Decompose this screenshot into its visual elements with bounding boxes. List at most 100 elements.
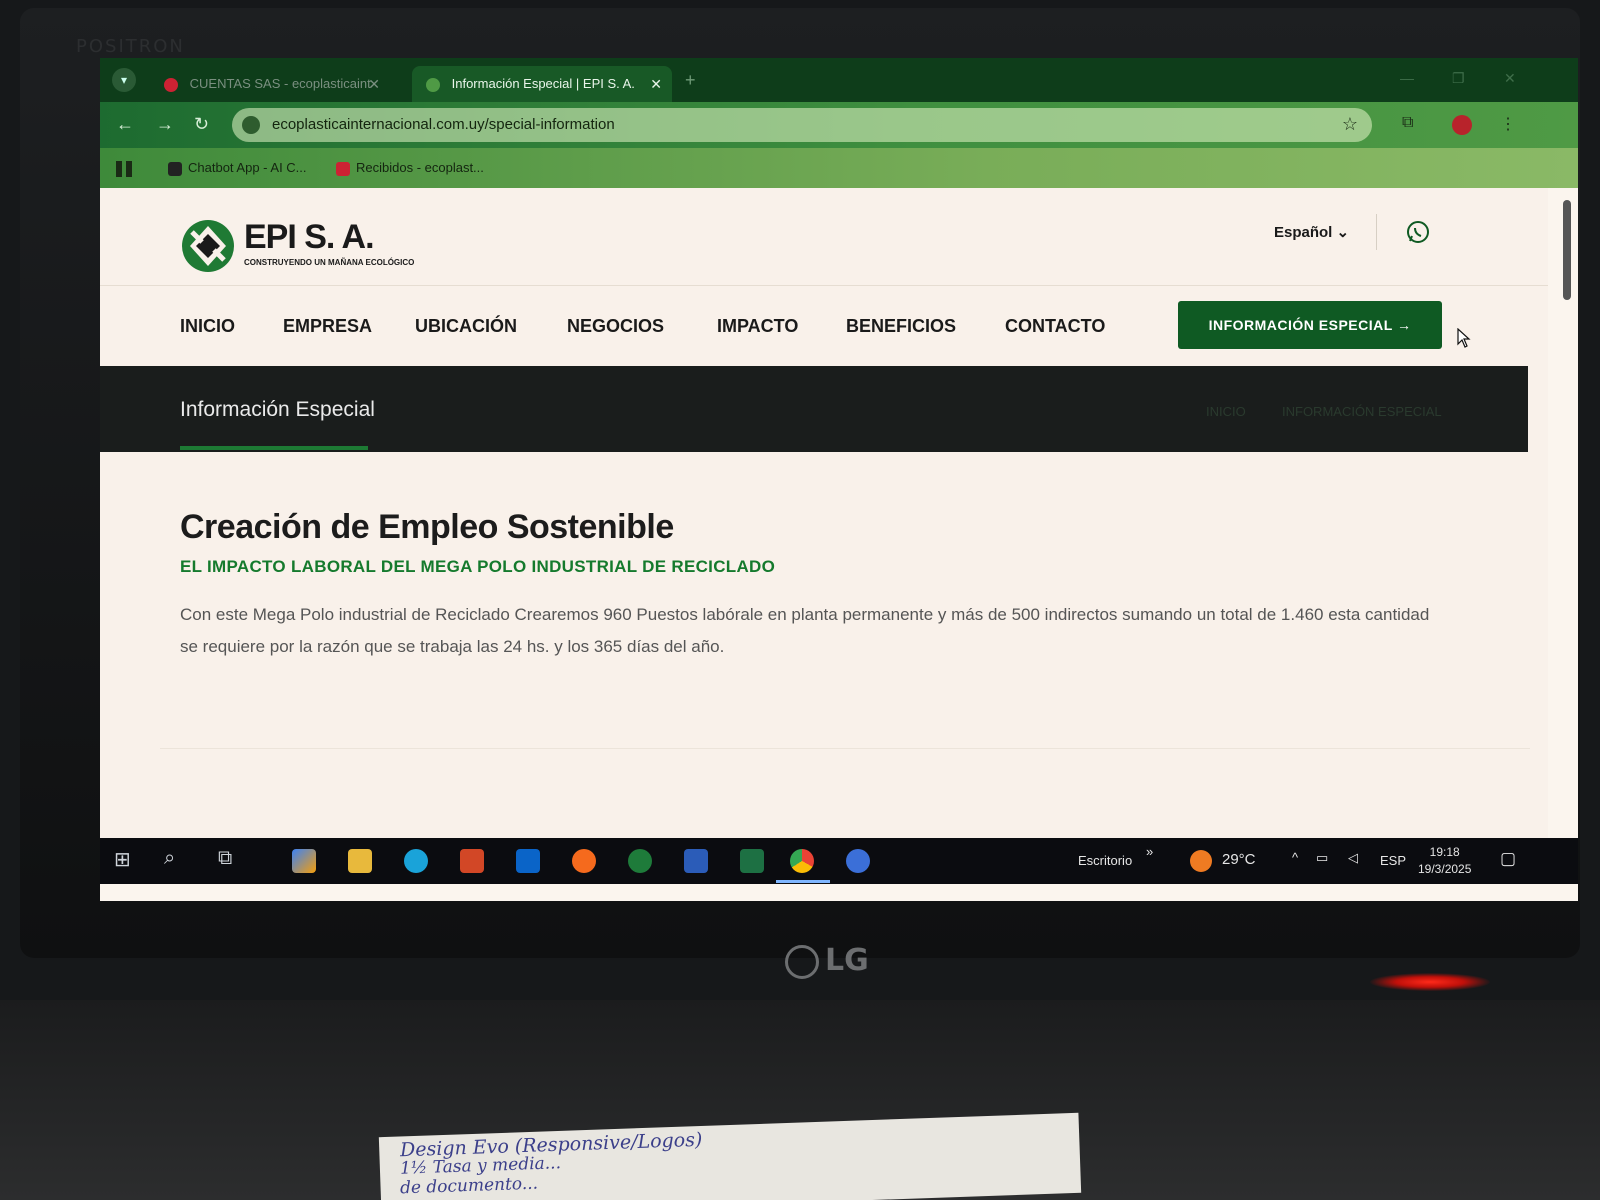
cta-label: INFORMACIÓN ESPECIAL <box>1208 317 1393 333</box>
content-section: Creación de Empleo Sostenible EL IMPACTO… <box>180 508 1440 663</box>
notification-icon[interactable]: ▢ <box>1500 849 1516 869</box>
breadcrumb-current: INFORMACIÓN ESPECIAL <box>1282 404 1442 419</box>
screen: ▾ CUENTAS SAS - ecoplasticaint ✕ Informa… <box>100 58 1578 901</box>
chevron-down-icon: ⌄ <box>1336 224 1350 241</box>
clock[interactable]: 19:18 19/3/2025 <box>1418 844 1471 878</box>
clock-time: 19:18 <box>1429 845 1460 859</box>
back-icon[interactable]: ← <box>116 114 134 135</box>
window-close-icon[interactable]: ✕ <box>1504 70 1516 87</box>
section-divider <box>160 748 1530 749</box>
new-tab-icon[interactable]: + <box>685 70 696 91</box>
tab-cuentas[interactable]: CUENTAS SAS - ecoplasticaint ✕ <box>150 66 390 102</box>
site-header: EPI S. A. CONSTRUYENDO UN MAÑANA ECOLÓGI… <box>100 188 1548 286</box>
bookmark-chatbot[interactable]: Chatbot App - AI C... <box>168 160 307 176</box>
bookmarks-bar: Chatbot App - AI C... Recibidos - ecopla… <box>100 148 1578 188</box>
file-explorer-icon[interactable] <box>348 849 372 873</box>
forward-icon[interactable]: → <box>156 114 174 135</box>
outlook-icon[interactable] <box>516 849 540 873</box>
title-underline <box>180 446 368 450</box>
whatsapp-app-icon[interactable] <box>628 849 652 873</box>
scroll-thumb[interactable] <box>1563 200 1571 300</box>
page-title: Información Especial <box>180 398 375 421</box>
firefox-icon[interactable] <box>572 849 596 873</box>
nav-empresa[interactable]: EMPRESA <box>283 316 372 337</box>
close-tab-icon[interactable]: ✕ <box>368 66 380 102</box>
extensions-icon[interactable]: ⧉ <box>1402 114 1413 132</box>
section-paragraph: Con este Mega Polo industrial de Recicla… <box>180 605 1430 656</box>
whatsapp-icon[interactable] <box>1406 220 1430 244</box>
copilot-icon[interactable] <box>292 849 316 873</box>
address-bar[interactable]: ecoplasticainternacional.com.uy/special-… <box>232 108 1372 142</box>
section-heading: Creación de Empleo Sostenible <box>180 508 674 546</box>
maximize-icon[interactable]: ❐ <box>1452 70 1465 87</box>
tab-strip: ▾ CUENTAS SAS - ecoplasticaint ✕ Informa… <box>100 58 1578 102</box>
minimize-icon[interactable]: — <box>1400 70 1414 86</box>
weather-icon[interactable] <box>1190 850 1212 872</box>
bookmark-recibidos[interactable]: Recibidos - ecoplast... <box>336 160 484 176</box>
tab-label: CUENTAS SAS - ecoplasticaint <box>189 76 371 91</box>
logo-tagline: CONSTRUYENDO UN MAÑANA ECOLÓGICO <box>244 258 415 267</box>
windows-taskbar: ⊞ ⌕ ⧉ Escritorio » 29°C ^ ▭ ◁ ESP 19:18 <box>100 838 1578 884</box>
excel-icon[interactable] <box>740 849 764 873</box>
arrow-right-icon: → <box>1396 317 1412 333</box>
section-subheading: EL IMPACTO LABORAL DEL MEGA POLO INDUSTR… <box>180 557 776 576</box>
power-led <box>1370 973 1490 991</box>
site-favicon-icon <box>426 77 440 92</box>
page-banner: Información Especial INICIO INFORMACIÓN … <box>100 366 1528 452</box>
lg-logo: LG <box>785 943 869 979</box>
kebab-menu-icon[interactable]: ⋮ <box>1500 114 1516 134</box>
tab-search-icon[interactable]: ▾ <box>112 68 136 92</box>
chevron-right-icon[interactable]: » <box>1146 844 1153 859</box>
temperature[interactable]: 29°C <box>1222 851 1256 868</box>
desktop-toolbar[interactable]: Escritorio <box>1078 853 1132 868</box>
bookmark-label: Chatbot App - AI C... <box>188 160 307 175</box>
chrome-icon[interactable] <box>790 849 814 873</box>
gmail-icon <box>164 77 178 92</box>
logo-name[interactable]: EPI S. A. <box>244 218 375 257</box>
active-app-indicator <box>776 880 830 883</box>
browser-toolbar: ← → ↻ ecoplasticainternacional.com.uy/sp… <box>100 102 1578 148</box>
tab-informacion-especial[interactable]: Información Especial | EPI S. A. ✕ <box>412 66 672 102</box>
url-text: ecoplasticainternacional.com.uy/special-… <box>272 116 615 133</box>
apps-grid-icon[interactable] <box>116 161 132 177</box>
input-language[interactable]: ESP <box>1380 853 1406 868</box>
web-page: EPI S. A. CONSTRUYENDO UN MAÑANA ECOLÓGI… <box>100 188 1548 848</box>
epi-logo-icon[interactable] <box>180 218 236 274</box>
search-icon[interactable]: ⌕ <box>164 847 175 870</box>
header-divider <box>1376 214 1377 250</box>
tab-label: Información Especial | EPI S. A. <box>451 76 635 91</box>
bookmark-star-icon[interactable]: ☆ <box>1342 114 1358 135</box>
volume-icon[interactable]: ◁ <box>1348 850 1358 866</box>
bezel-brand: POSITRON <box>76 36 185 57</box>
powerpoint-icon[interactable] <box>460 849 484 873</box>
chevron-up-icon[interactable]: ^ <box>1292 850 1298 865</box>
informacion-especial-button[interactable]: INFORMACIÓN ESPECIAL → <box>1178 301 1442 349</box>
nav-contacto[interactable]: CONTACTO <box>1005 316 1105 337</box>
profile-avatar[interactable] <box>1452 115 1472 135</box>
bookmark-label: Recibidos - ecoplast... <box>356 160 484 175</box>
nav-inicio[interactable]: INICIO <box>180 316 235 337</box>
word-icon[interactable] <box>684 849 708 873</box>
gmail-icon <box>336 161 350 176</box>
nav-beneficios[interactable]: BENEFICIOS <box>846 316 956 337</box>
language-selector[interactable]: Español ⌄ <box>1274 223 1349 241</box>
main-nav: INICIO EMPRESA UBICACIÓN NEGOCIOS IMPACT… <box>100 286 1548 366</box>
breadcrumb-inicio[interactable]: INICIO <box>1206 404 1246 419</box>
monitor-bezel: POSITRON ▾ CUENTAS SAS - ecoplasticaint … <box>20 8 1580 991</box>
page-scrollbar[interactable] <box>1556 188 1578 848</box>
nav-negocios[interactable]: NEGOCIOS <box>567 316 664 337</box>
app-icon[interactable] <box>846 849 870 873</box>
start-icon[interactable]: ⊞ <box>114 847 131 872</box>
nav-ubicacion[interactable]: UBICACIÓN <box>415 316 517 337</box>
lg-logo-text: LG <box>825 943 869 978</box>
site-info-icon[interactable] <box>242 116 260 134</box>
nav-impacto[interactable]: IMPACTO <box>717 316 798 337</box>
network-icon[interactable]: ▭ <box>1316 850 1328 866</box>
task-view-icon[interactable]: ⧉ <box>218 847 232 870</box>
reload-icon[interactable]: ↻ <box>194 114 209 135</box>
lg-circle-icon <box>785 944 819 979</box>
chatbot-icon <box>168 161 182 176</box>
edge-icon[interactable] <box>404 849 428 873</box>
clock-date: 19/3/2025 <box>1418 862 1472 876</box>
close-tab-icon[interactable]: ✕ <box>650 66 662 102</box>
